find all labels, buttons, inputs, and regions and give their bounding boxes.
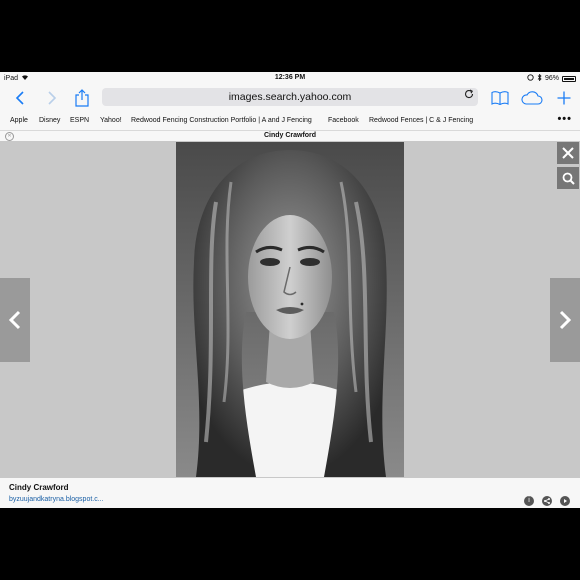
close-icon xyxy=(562,147,574,159)
chevron-left-icon xyxy=(9,310,21,330)
bookmark-facebook[interactable]: Facebook xyxy=(328,117,359,124)
image-caption: Cindy Crawford byzuujandkatryna.blogspot… xyxy=(0,478,580,508)
close-tab-icon[interactable]: ✕ xyxy=(5,132,14,141)
bookmarks-button[interactable] xyxy=(488,86,512,110)
url-text: images.search.yahoo.com xyxy=(228,91,352,103)
page-title: Cindy Crawford xyxy=(263,132,317,139)
new-tab-button[interactable] xyxy=(552,86,576,110)
portrait-image xyxy=(176,142,404,477)
portrait-photo[interactable] xyxy=(176,142,404,477)
previous-image-button[interactable] xyxy=(0,278,30,362)
plus-icon xyxy=(557,91,571,105)
bookmark-redwood-fencing-construction[interactable]: Redwood Fencing Construction Portfolio |… xyxy=(131,117,312,124)
tab-title-bar: ✕ Cindy Crawford xyxy=(0,130,580,142)
bookmark-yahoo[interactable]: Yahoo! xyxy=(100,117,122,124)
cloud-icon xyxy=(521,91,543,105)
more-bookmarks-button[interactable]: ••• xyxy=(557,113,572,125)
share-button[interactable] xyxy=(70,86,94,110)
bookmark-disney[interactable]: Disney xyxy=(39,117,60,124)
clock: 12:36 PM xyxy=(274,74,306,81)
reload-icon[interactable] xyxy=(464,89,474,102)
back-button[interactable] xyxy=(8,86,32,110)
bookmark-espn[interactable]: ESPN xyxy=(70,117,89,124)
book-icon xyxy=(491,91,509,105)
status-bar: iPad 12:36 PM 96% xyxy=(0,72,580,84)
forward-button[interactable] xyxy=(40,86,64,110)
bookmark-apple[interactable]: Apple xyxy=(10,117,28,124)
bluetooth-icon xyxy=(537,73,542,83)
battery-percent: 96% xyxy=(544,75,559,82)
next-image-button[interactable] xyxy=(550,278,580,362)
address-bar[interactable]: images.search.yahoo.com xyxy=(102,88,478,106)
chevron-left-icon xyxy=(15,91,24,105)
share-icon[interactable] xyxy=(542,496,552,506)
battery-icon xyxy=(562,75,576,82)
share-icon xyxy=(75,89,89,107)
rotation-lock-icon xyxy=(527,74,534,83)
search-icon xyxy=(562,172,575,185)
bookmark-redwood-fences[interactable]: Redwood Fences | C & J Fencing xyxy=(369,117,473,124)
caption-source-link[interactable]: byzuujandkatryna.blogspot.c... xyxy=(9,496,104,503)
icloud-tabs-button[interactable] xyxy=(520,86,544,110)
close-viewer-button[interactable] xyxy=(557,142,579,164)
image-viewer xyxy=(0,142,580,478)
info-icon[interactable]: i xyxy=(524,496,534,506)
browser-toolbar: images.search.yahoo.com xyxy=(0,84,580,114)
bookmarks-bar: Apple Disney ESPN Yahoo! Redwood Fencing… xyxy=(0,113,580,130)
chevron-right-icon xyxy=(559,310,571,330)
caption-title: Cindy Crawford xyxy=(9,483,69,492)
search-button[interactable] xyxy=(557,167,579,189)
chevron-right-icon xyxy=(48,91,57,105)
ipad-screen: iPad 12:36 PM 96% images.search.yahoo.co… xyxy=(0,72,580,508)
play-icon[interactable] xyxy=(560,496,570,506)
